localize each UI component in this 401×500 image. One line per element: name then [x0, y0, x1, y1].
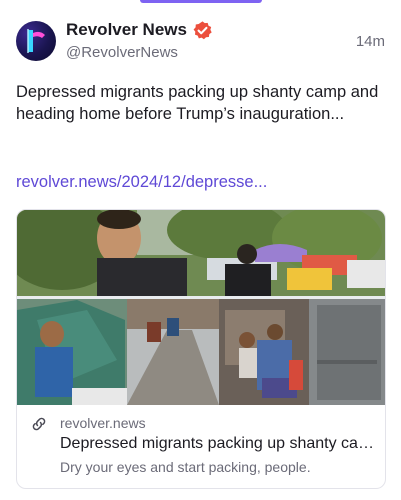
link-preview-card[interactable]: revolver.news Depressed migrants packing…	[16, 209, 386, 489]
author-handle[interactable]: @RevolverNews	[66, 44, 178, 61]
link-preview-image[interactable]	[17, 210, 385, 405]
author-avatar[interactable]	[16, 21, 56, 61]
link-preview-meta[interactable]: revolver.news Depressed migrants packing…	[17, 405, 385, 488]
link-domain: revolver.news	[60, 415, 146, 431]
link-title: Depressed migrants packing up shanty cam…	[60, 435, 376, 452]
post-text: Depressed migrants packing up shanty cam…	[16, 83, 379, 123]
revolver-r-logo	[27, 29, 45, 53]
link-icon	[32, 417, 46, 431]
verified-badge-icon	[193, 21, 212, 40]
post-link[interactable]: revolver.news/2024/12/depresse...	[16, 173, 267, 192]
active-tab-indicator	[140, 0, 262, 3]
link-description: Dry your eyes and start packing, people.	[60, 459, 311, 475]
post-timestamp: 14m	[355, 33, 385, 50]
author-name[interactable]: Revolver News	[66, 20, 187, 40]
